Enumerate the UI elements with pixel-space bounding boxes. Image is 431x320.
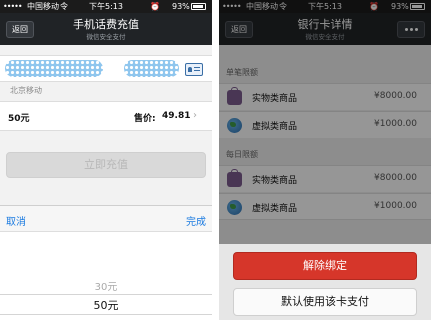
picker-divider xyxy=(0,314,212,315)
carrier-label: 北京移动 xyxy=(10,86,42,95)
recharge-now-button[interactable]: 立即充值 xyxy=(6,152,206,178)
bank-card-detail-screen: ••••• 中国移动 令 下午5:13 ⏰ 93% 返回 银行卡详情 微信安全支… xyxy=(219,0,431,320)
recharge-screen: ••••• 中国移动 令 下午5:13 ⏰ 93% 返回 手机话费充值 微信安全… xyxy=(0,0,212,320)
chevron-right-icon: › xyxy=(193,110,197,121)
selected-amount: 50元 xyxy=(8,114,30,124)
set-default-card-button[interactable]: 默认使用该卡支付 xyxy=(233,288,417,316)
picker-selected-option[interactable]: 50元 xyxy=(0,297,212,313)
status-bar: ••••• 中国移动 令 下午5:13 ⏰ 93% xyxy=(0,0,212,13)
phone-number-input[interactable] xyxy=(0,55,212,82)
picker-cancel-button[interactable]: 取消 xyxy=(6,213,26,228)
redacted-phone-number xyxy=(5,60,103,77)
battery-icon xyxy=(191,3,206,10)
action-sheet: 解除绑定 默认使用该卡支付 xyxy=(219,244,431,320)
screen-divider xyxy=(212,0,219,320)
contact-card-icon[interactable] xyxy=(185,63,203,76)
page-subtitle: 微信安全支付 xyxy=(86,33,126,41)
picker-done-button[interactable]: 完成 xyxy=(186,213,206,228)
picker-toolbar: 取消 完成 xyxy=(0,205,212,232)
amount-picker-wheel[interactable]: 30元 50元 xyxy=(0,232,212,320)
picker-option[interactable]: 30元 xyxy=(0,278,212,293)
price-label: 售价: xyxy=(134,114,156,124)
unbind-card-button[interactable]: 解除绑定 xyxy=(233,252,417,280)
nav-bar: 返回 手机话费充值 微信安全支付 xyxy=(0,13,212,45)
redacted-contact-name xyxy=(124,60,179,77)
battery-percent: 93% xyxy=(172,2,190,11)
amount-selector-row[interactable]: 50元 售价: 49.81 › xyxy=(0,101,212,131)
page-title: 手机话费充值 xyxy=(73,18,139,31)
alarm-icon: ⏰ xyxy=(150,2,160,11)
picker-divider xyxy=(0,294,212,295)
price-value: 49.81 xyxy=(162,111,191,121)
